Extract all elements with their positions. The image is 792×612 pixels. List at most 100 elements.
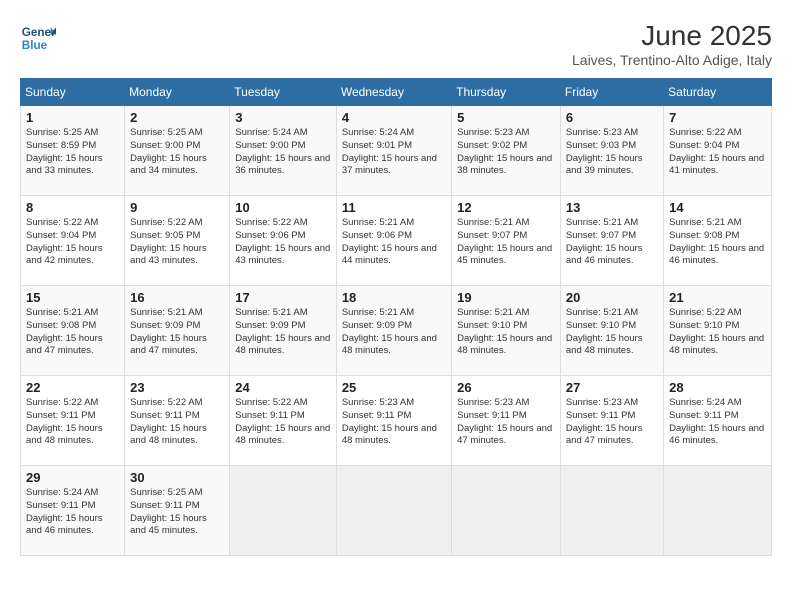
day-info: Sunrise: 5:23 AM Sunset: 9:11 PM Dayligh… [342, 397, 446, 448]
calendar-week-row: 8 Sunrise: 5:22 AM Sunset: 9:04 PM Dayli… [21, 196, 772, 286]
calendar-cell: 25 Sunrise: 5:23 AM Sunset: 9:11 PM Dayl… [336, 376, 451, 466]
calendar-cell: 30 Sunrise: 5:25 AM Sunset: 9:11 PM Dayl… [125, 466, 230, 556]
calendar-cell: 15 Sunrise: 5:21 AM Sunset: 9:08 PM Dayl… [21, 286, 125, 376]
calendar-week-row: 1 Sunrise: 5:25 AM Sunset: 8:59 PM Dayli… [21, 106, 772, 196]
calendar-cell: 17 Sunrise: 5:21 AM Sunset: 9:09 PM Dayl… [230, 286, 337, 376]
day-info: Sunrise: 5:22 AM Sunset: 9:11 PM Dayligh… [235, 397, 331, 448]
day-number: 19 [457, 290, 555, 305]
day-info: Sunrise: 5:21 AM Sunset: 9:08 PM Dayligh… [669, 217, 766, 268]
weekday-header-tuesday: Tuesday [230, 79, 337, 106]
day-number: 9 [130, 200, 224, 215]
calendar-week-row: 15 Sunrise: 5:21 AM Sunset: 9:08 PM Dayl… [21, 286, 772, 376]
calendar-cell: 21 Sunrise: 5:22 AM Sunset: 9:10 PM Dayl… [664, 286, 772, 376]
day-number: 18 [342, 290, 446, 305]
day-number: 24 [235, 380, 331, 395]
day-number: 17 [235, 290, 331, 305]
day-number: 26 [457, 380, 555, 395]
day-info: Sunrise: 5:24 AM Sunset: 9:11 PM Dayligh… [669, 397, 766, 448]
day-number: 20 [566, 290, 658, 305]
day-number: 2 [130, 110, 224, 125]
calendar-table: SundayMondayTuesdayWednesdayThursdayFrid… [20, 78, 772, 556]
day-number: 11 [342, 200, 446, 215]
day-number: 30 [130, 470, 224, 485]
day-number: 10 [235, 200, 331, 215]
svg-text:Blue: Blue [22, 39, 48, 52]
day-info: Sunrise: 5:21 AM Sunset: 9:10 PM Dayligh… [566, 307, 658, 358]
weekday-header-monday: Monday [125, 79, 230, 106]
calendar-cell: 8 Sunrise: 5:22 AM Sunset: 9:04 PM Dayli… [21, 196, 125, 286]
calendar-cell: 23 Sunrise: 5:22 AM Sunset: 9:11 PM Dayl… [125, 376, 230, 466]
page-title: June 2025 [572, 20, 772, 52]
day-info: Sunrise: 5:23 AM Sunset: 9:11 PM Dayligh… [457, 397, 555, 448]
day-number: 23 [130, 380, 224, 395]
day-number: 29 [26, 470, 119, 485]
calendar-cell: 20 Sunrise: 5:21 AM Sunset: 9:10 PM Dayl… [560, 286, 663, 376]
day-info: Sunrise: 5:25 AM Sunset: 9:11 PM Dayligh… [130, 487, 224, 538]
day-info: Sunrise: 5:23 AM Sunset: 9:03 PM Dayligh… [566, 127, 658, 178]
day-number: 16 [130, 290, 224, 305]
calendar-cell [336, 466, 451, 556]
day-info: Sunrise: 5:21 AM Sunset: 9:07 PM Dayligh… [566, 217, 658, 268]
page-subtitle: Laives, Trentino-Alto Adige, Italy [572, 52, 772, 68]
day-info: Sunrise: 5:21 AM Sunset: 9:09 PM Dayligh… [235, 307, 331, 358]
calendar-cell: 5 Sunrise: 5:23 AM Sunset: 9:02 PM Dayli… [452, 106, 561, 196]
day-info: Sunrise: 5:21 AM Sunset: 9:07 PM Dayligh… [457, 217, 555, 268]
page-header: General Blue June 2025 Laives, Trentino-… [20, 20, 772, 68]
weekday-header-saturday: Saturday [664, 79, 772, 106]
calendar-cell: 27 Sunrise: 5:23 AM Sunset: 9:11 PM Dayl… [560, 376, 663, 466]
day-info: Sunrise: 5:25 AM Sunset: 8:59 PM Dayligh… [26, 127, 119, 178]
day-info: Sunrise: 5:21 AM Sunset: 9:06 PM Dayligh… [342, 217, 446, 268]
calendar-cell: 10 Sunrise: 5:22 AM Sunset: 9:06 PM Dayl… [230, 196, 337, 286]
weekday-header-sunday: Sunday [21, 79, 125, 106]
calendar-cell: 4 Sunrise: 5:24 AM Sunset: 9:01 PM Dayli… [336, 106, 451, 196]
day-number: 6 [566, 110, 658, 125]
logo-icon: General Blue [20, 20, 56, 56]
weekday-header-friday: Friday [560, 79, 663, 106]
day-info: Sunrise: 5:22 AM Sunset: 9:05 PM Dayligh… [130, 217, 224, 268]
day-number: 4 [342, 110, 446, 125]
calendar-cell: 18 Sunrise: 5:21 AM Sunset: 9:09 PM Dayl… [336, 286, 451, 376]
day-info: Sunrise: 5:21 AM Sunset: 9:10 PM Dayligh… [457, 307, 555, 358]
day-info: Sunrise: 5:23 AM Sunset: 9:02 PM Dayligh… [457, 127, 555, 178]
weekday-header-row: SundayMondayTuesdayWednesdayThursdayFrid… [21, 79, 772, 106]
day-info: Sunrise: 5:24 AM Sunset: 9:11 PM Dayligh… [26, 487, 119, 538]
day-number: 5 [457, 110, 555, 125]
calendar-cell [560, 466, 663, 556]
weekday-header-thursday: Thursday [452, 79, 561, 106]
weekday-header-wednesday: Wednesday [336, 79, 451, 106]
day-number: 25 [342, 380, 446, 395]
calendar-cell: 29 Sunrise: 5:24 AM Sunset: 9:11 PM Dayl… [21, 466, 125, 556]
day-number: 14 [669, 200, 766, 215]
calendar-cell [664, 466, 772, 556]
day-number: 8 [26, 200, 119, 215]
calendar-cell: 16 Sunrise: 5:21 AM Sunset: 9:09 PM Dayl… [125, 286, 230, 376]
calendar-cell: 24 Sunrise: 5:22 AM Sunset: 9:11 PM Dayl… [230, 376, 337, 466]
calendar-week-row: 22 Sunrise: 5:22 AM Sunset: 9:11 PM Dayl… [21, 376, 772, 466]
calendar-cell: 7 Sunrise: 5:22 AM Sunset: 9:04 PM Dayli… [664, 106, 772, 196]
title-area: June 2025 Laives, Trentino-Alto Adige, I… [572, 20, 772, 68]
logo: General Blue [20, 20, 56, 56]
day-number: 3 [235, 110, 331, 125]
day-number: 21 [669, 290, 766, 305]
day-number: 28 [669, 380, 766, 395]
day-info: Sunrise: 5:22 AM Sunset: 9:11 PM Dayligh… [26, 397, 119, 448]
day-info: Sunrise: 5:22 AM Sunset: 9:04 PM Dayligh… [669, 127, 766, 178]
day-number: 27 [566, 380, 658, 395]
calendar-cell: 11 Sunrise: 5:21 AM Sunset: 9:06 PM Dayl… [336, 196, 451, 286]
calendar-cell [230, 466, 337, 556]
calendar-cell: 13 Sunrise: 5:21 AM Sunset: 9:07 PM Dayl… [560, 196, 663, 286]
day-number: 15 [26, 290, 119, 305]
day-number: 1 [26, 110, 119, 125]
day-number: 22 [26, 380, 119, 395]
day-number: 12 [457, 200, 555, 215]
calendar-week-row: 29 Sunrise: 5:24 AM Sunset: 9:11 PM Dayl… [21, 466, 772, 556]
calendar-cell [452, 466, 561, 556]
day-info: Sunrise: 5:22 AM Sunset: 9:10 PM Dayligh… [669, 307, 766, 358]
calendar-cell: 1 Sunrise: 5:25 AM Sunset: 8:59 PM Dayli… [21, 106, 125, 196]
calendar-cell: 22 Sunrise: 5:22 AM Sunset: 9:11 PM Dayl… [21, 376, 125, 466]
day-info: Sunrise: 5:22 AM Sunset: 9:11 PM Dayligh… [130, 397, 224, 448]
day-info: Sunrise: 5:24 AM Sunset: 9:00 PM Dayligh… [235, 127, 331, 178]
calendar-cell: 26 Sunrise: 5:23 AM Sunset: 9:11 PM Dayl… [452, 376, 561, 466]
calendar-cell: 19 Sunrise: 5:21 AM Sunset: 9:10 PM Dayl… [452, 286, 561, 376]
day-info: Sunrise: 5:22 AM Sunset: 9:06 PM Dayligh… [235, 217, 331, 268]
